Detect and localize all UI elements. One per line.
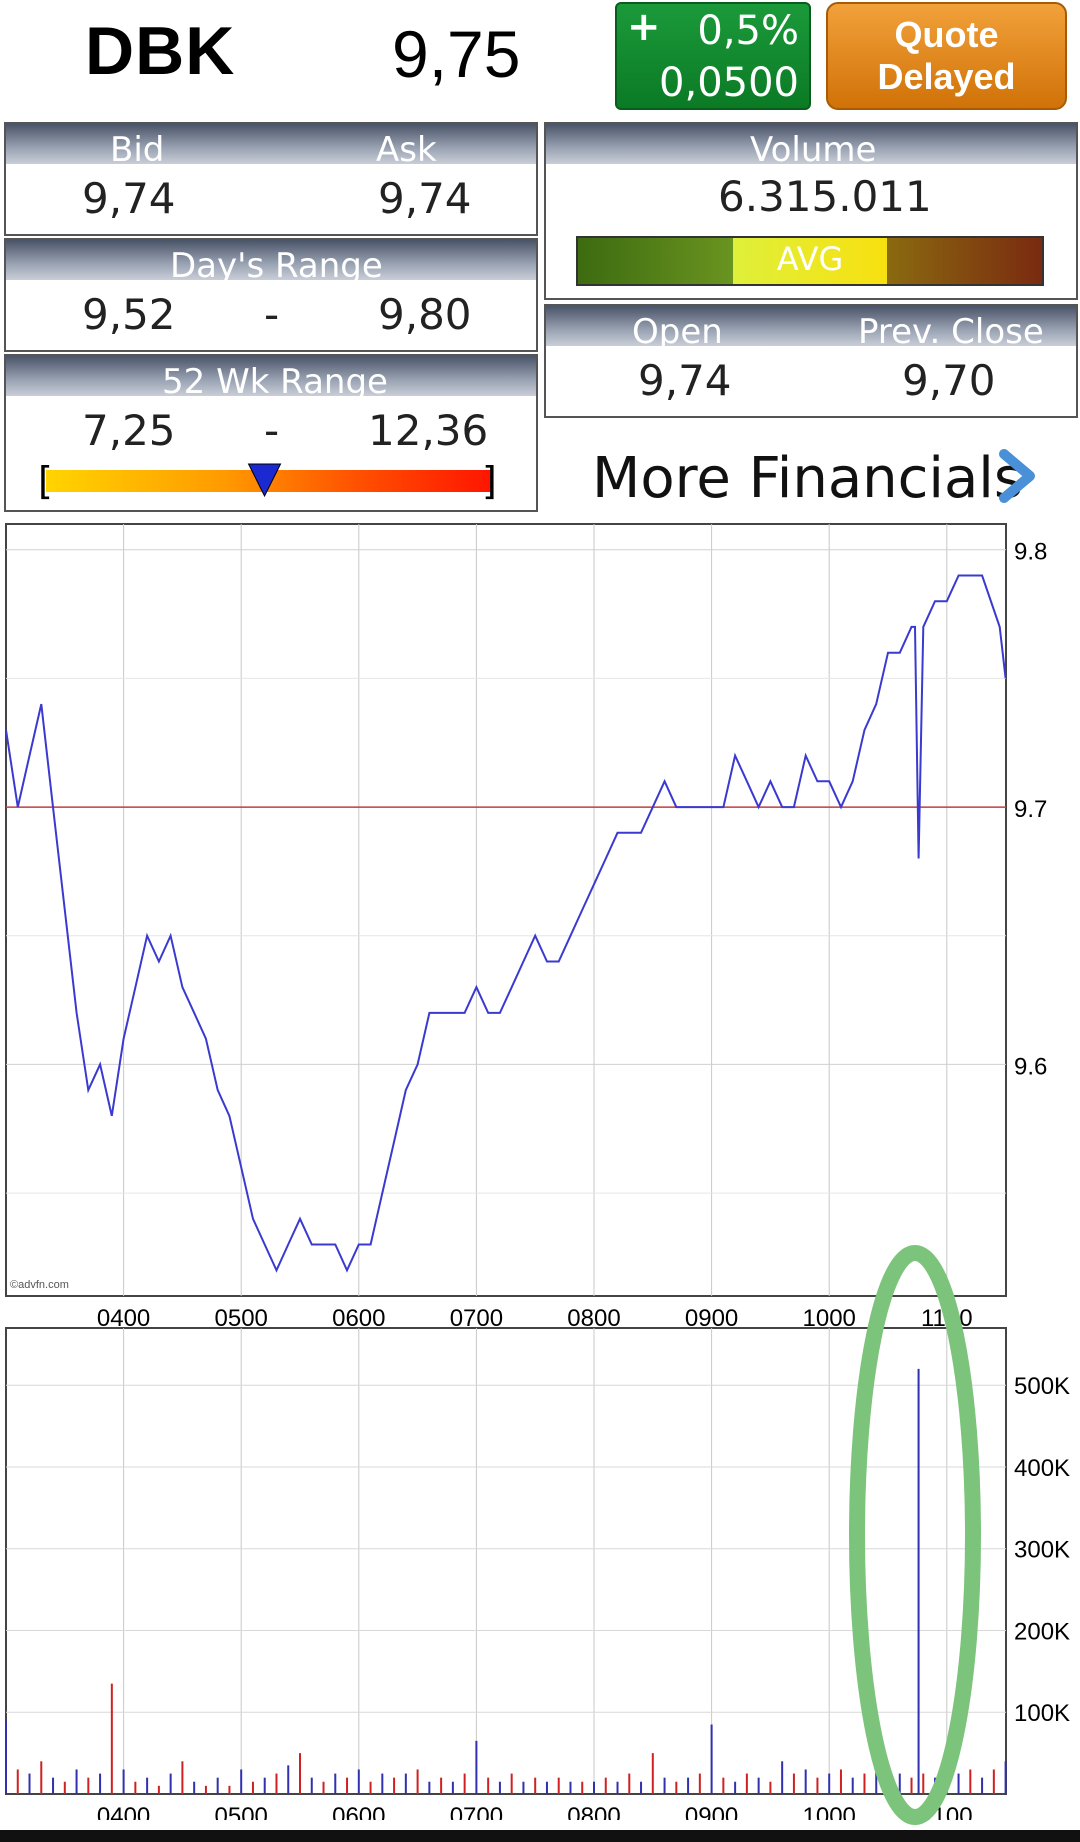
volume-y-tick: 200K xyxy=(1014,1618,1070,1645)
volume-x-tick: 0900 xyxy=(685,1803,738,1820)
volume-x-tick: 0800 xyxy=(567,1803,620,1820)
quote-line2: Delayed xyxy=(877,56,1016,97)
volume-x-tick: 0400 xyxy=(97,1803,150,1820)
price-y-tick: 9.6 xyxy=(1014,1053,1047,1080)
bid-label: Bid xyxy=(110,130,165,170)
open-label: Open xyxy=(632,312,723,352)
wk52-low: 7,25 xyxy=(82,406,176,455)
more-financials-link[interactable]: More Financials xyxy=(592,446,1023,511)
wk52-marker-icon xyxy=(247,463,282,498)
price-change-badge: + 0,5% 0,0500 xyxy=(615,2,811,110)
ask-value: 9,74 xyxy=(378,174,472,223)
volume-y-tick: 400K xyxy=(1014,1455,1070,1482)
highlight-ellipse xyxy=(849,1245,981,1825)
price-y-tick: 9.7 xyxy=(1014,796,1047,823)
last-price: 9,75 xyxy=(392,17,521,91)
ask-label: Ask xyxy=(376,130,437,170)
volume-x-tick: 0600 xyxy=(332,1803,385,1820)
volume-average-gauge: AVG xyxy=(576,236,1044,286)
bid-ask-panel: Bid Ask 9,74 9,74 xyxy=(4,122,538,236)
price-y-tick: 9.8 xyxy=(1014,539,1047,566)
prev-close-value: 9,70 xyxy=(902,356,996,405)
days-range-dash: - xyxy=(264,290,280,339)
prev-close-label: Prev. Close xyxy=(858,312,1044,352)
plus-icon: + xyxy=(627,4,661,50)
stock-symbol: DBK xyxy=(85,13,236,89)
chart-watermark: ©advfn.com xyxy=(10,1279,69,1291)
days-range-high: 9,80 xyxy=(378,290,472,339)
bid-value: 9,74 xyxy=(82,174,176,223)
wk52-high: 12,36 xyxy=(368,406,489,455)
volume-y-tick: 100K xyxy=(1014,1700,1070,1727)
days-range-label: Day's Range xyxy=(170,246,383,286)
volume-value: 6.315.011 xyxy=(718,172,932,221)
volume-x-tick: 0500 xyxy=(215,1803,268,1820)
volume-label: Volume xyxy=(750,130,877,170)
wk52-dash: - xyxy=(264,406,280,455)
volume-y-tick: 500K xyxy=(1014,1373,1070,1400)
system-nav-bar xyxy=(0,1830,1080,1842)
quote-line1: Quote xyxy=(894,14,999,55)
open-value: 9,74 xyxy=(638,356,732,405)
change-percent: 0,5% xyxy=(697,8,799,54)
more-financials-label: More Financials xyxy=(592,446,1024,511)
days-range-low: 9,52 xyxy=(82,290,176,339)
wk52-label: 52 Wk Range xyxy=(162,362,388,402)
change-absolute: 0,0500 xyxy=(659,60,799,106)
chevron-right-icon[interactable] xyxy=(996,448,1040,504)
price-chart-frame xyxy=(5,523,1007,1297)
volume-y-tick: 300K xyxy=(1014,1537,1070,1564)
open-close-panel: Open Prev. Close 9,74 9,70 xyxy=(544,304,1078,418)
quote-delayed-button[interactable]: Quote Delayed xyxy=(826,2,1067,110)
days-range-panel: Day's Range 9,52 - 9,80 xyxy=(4,238,538,352)
volume-x-tick: 0700 xyxy=(450,1803,503,1820)
avg-label: AVG xyxy=(776,240,844,278)
